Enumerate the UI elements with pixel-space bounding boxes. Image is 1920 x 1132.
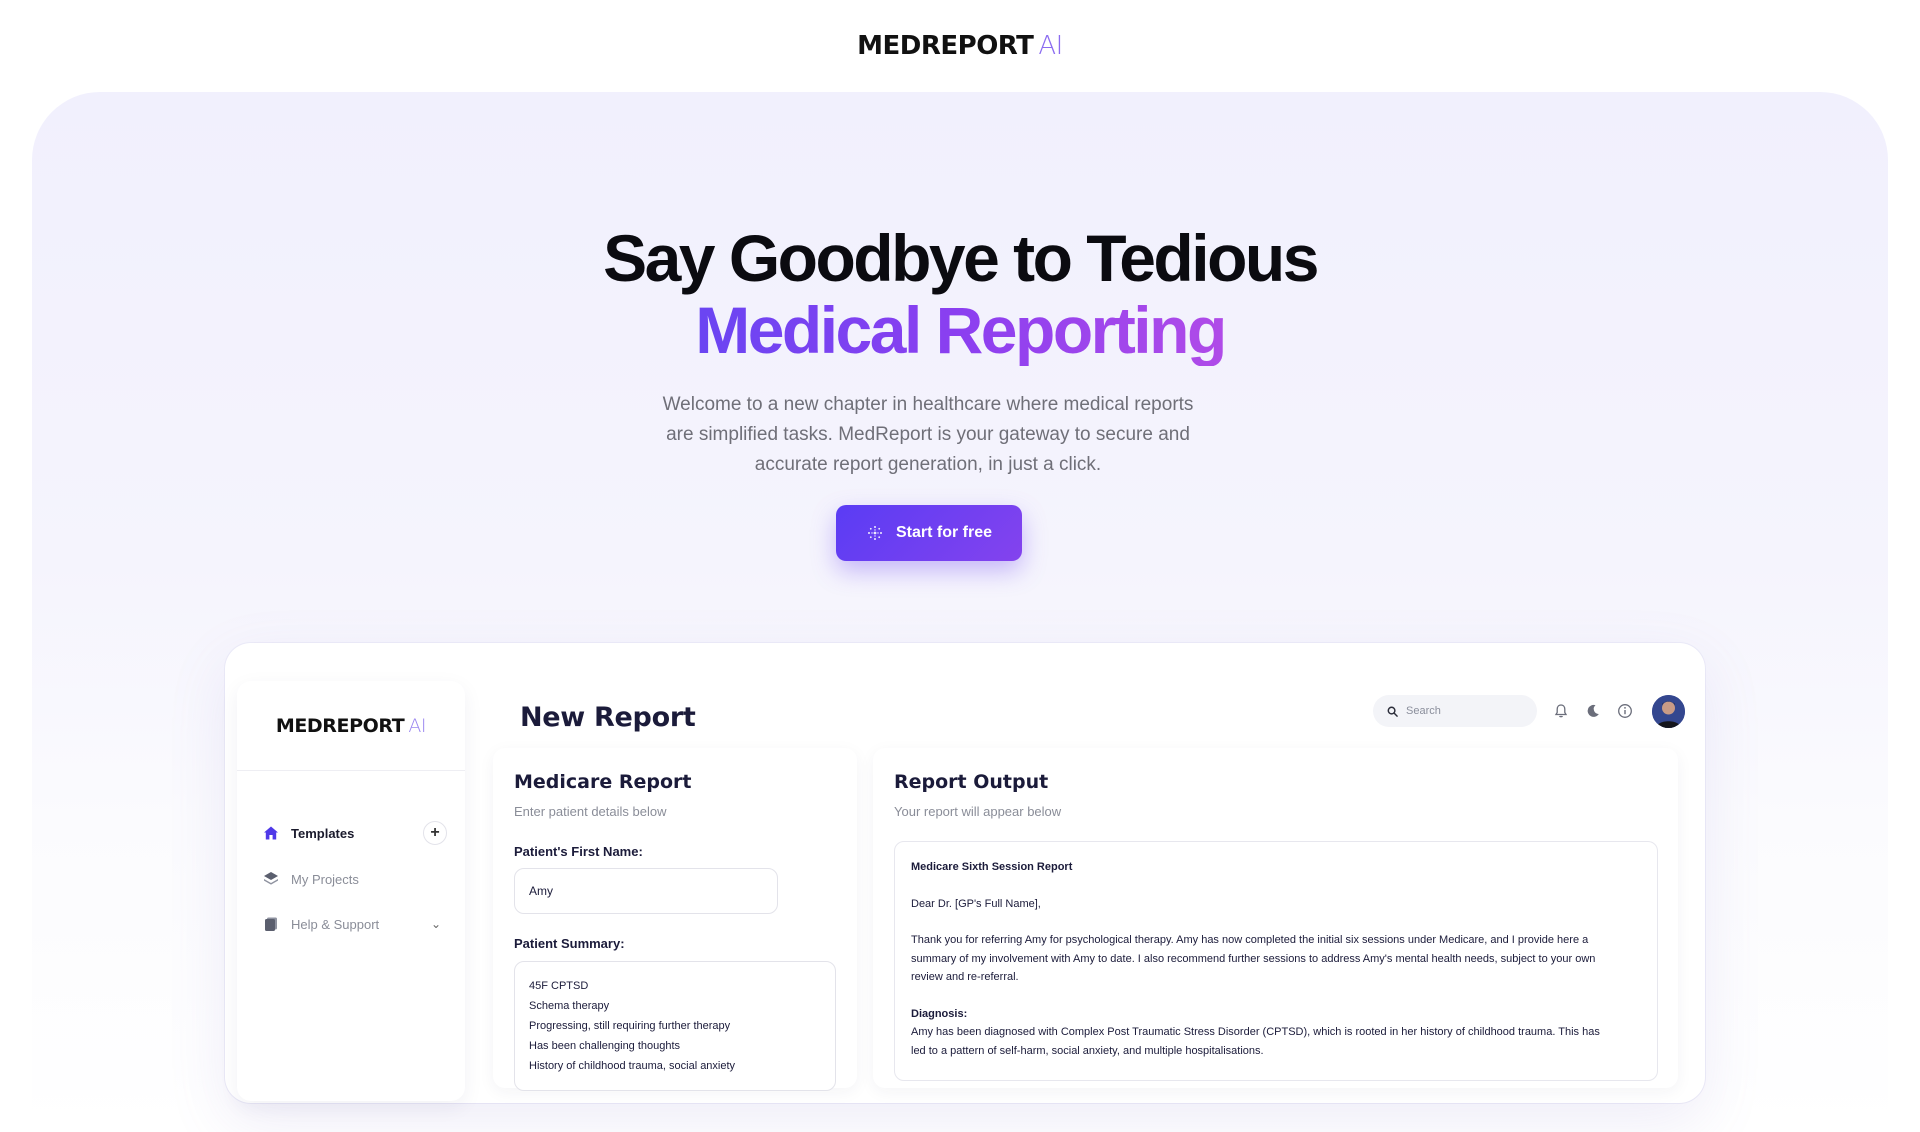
page-title: New Report	[520, 702, 696, 733]
sidebar-item-label: My Projects	[291, 871, 359, 887]
output-title: Report Output	[894, 771, 1049, 793]
info-icon	[1618, 704, 1632, 718]
start-for-free-label: Start for free	[895, 524, 993, 541]
brand-suffix: AI	[1038, 31, 1063, 61]
summary-line: 45F CPTSD	[529, 980, 589, 992]
first-name-label: Patient's First Name:	[514, 844, 643, 859]
diagnosis-heading: Diagnosis:	[911, 1007, 968, 1020]
sidebar-item-help-support[interactable]: Help & Support ⌄	[263, 910, 447, 938]
summary-line: Progressing, still requiring further the…	[529, 1020, 731, 1032]
first-name-field[interactable]: Amy	[514, 868, 778, 914]
sidebar-logo[interactable]: MEDREPORT AI	[237, 681, 465, 771]
headline-line-2: Medical Reporting	[695, 293, 1227, 367]
summary-line: History of childhood trauma, social anxi…	[529, 1060, 736, 1072]
info-button[interactable]	[1615, 701, 1635, 721]
report-salutation: Dear Dr. [GP's Full Name],	[911, 897, 1041, 910]
user-avatar[interactable]	[1652, 695, 1685, 728]
top-bar: MEDREPORT AI	[0, 0, 1920, 92]
moon-icon	[1587, 704, 1599, 717]
output-subtitle: Your report will appear below	[894, 804, 1062, 819]
report-output-box[interactable]: Medicare Sixth Session Report Dear Dr. […	[894, 841, 1658, 1081]
report-title: Medicare Sixth Session Report	[911, 861, 1073, 873]
search-icon	[1387, 706, 1398, 717]
document-icon	[265, 917, 277, 931]
diagnosis-text: Amy has been diagnosed with Complex Post…	[911, 1026, 1600, 1057]
first-name-value: Amy	[529, 884, 553, 898]
start-for-free-button[interactable]: Start for free	[836, 505, 1022, 561]
search-input[interactable]: Search	[1373, 695, 1537, 727]
brand-logo[interactable]: MEDREPORT AI	[857, 31, 1063, 61]
form-title: Medicare Report	[514, 771, 692, 793]
bell-icon	[1554, 704, 1568, 718]
chevron-down-icon[interactable]: ⌄	[431, 917, 441, 931]
avatar-image	[1652, 695, 1685, 728]
form-subtitle: Enter patient details below	[514, 804, 667, 819]
summary-field[interactable]: 45F CPTSD Schema therapy Progressing, st…	[514, 961, 836, 1091]
notifications-button[interactable]	[1551, 701, 1571, 721]
sidebar: MEDREPORT AI Templates + My Projects Help…	[237, 681, 465, 1101]
hero-lead-text: Welcome to a new chapter in healthcare w…	[662, 394, 1194, 475]
summary-label: Patient Summary:	[514, 936, 625, 951]
hero-headline: Say Goodbye to Tedious Medical Reporting	[0, 222, 1920, 366]
sidebar-item-label: Templates	[291, 825, 355, 841]
add-template-button[interactable]: +	[423, 821, 447, 845]
sparkle-icon	[867, 526, 882, 540]
brand-name: MEDREPORT	[857, 31, 1034, 61]
dark-mode-toggle[interactable]	[1583, 701, 1603, 721]
sidebar-item-templates[interactable]: Templates +	[263, 819, 447, 847]
report-paragraph: Thank you for referring Amy for psycholo…	[911, 934, 1596, 983]
headline-line-1: Say Goodbye to Tedious	[603, 221, 1319, 295]
search-placeholder: Search	[1406, 705, 1441, 717]
sidebar-logo-name: MEDREPORT	[275, 714, 405, 737]
layers-icon	[264, 872, 278, 885]
summary-line: Has been challenging thoughts	[529, 1040, 681, 1052]
summary-line: Schema therapy	[529, 1000, 610, 1012]
sidebar-logo-suffix: AI	[408, 714, 427, 737]
sidebar-item-label: Help & Support	[291, 916, 380, 932]
home-icon	[264, 826, 278, 840]
sidebar-item-my-projects[interactable]: My Projects	[263, 865, 447, 893]
